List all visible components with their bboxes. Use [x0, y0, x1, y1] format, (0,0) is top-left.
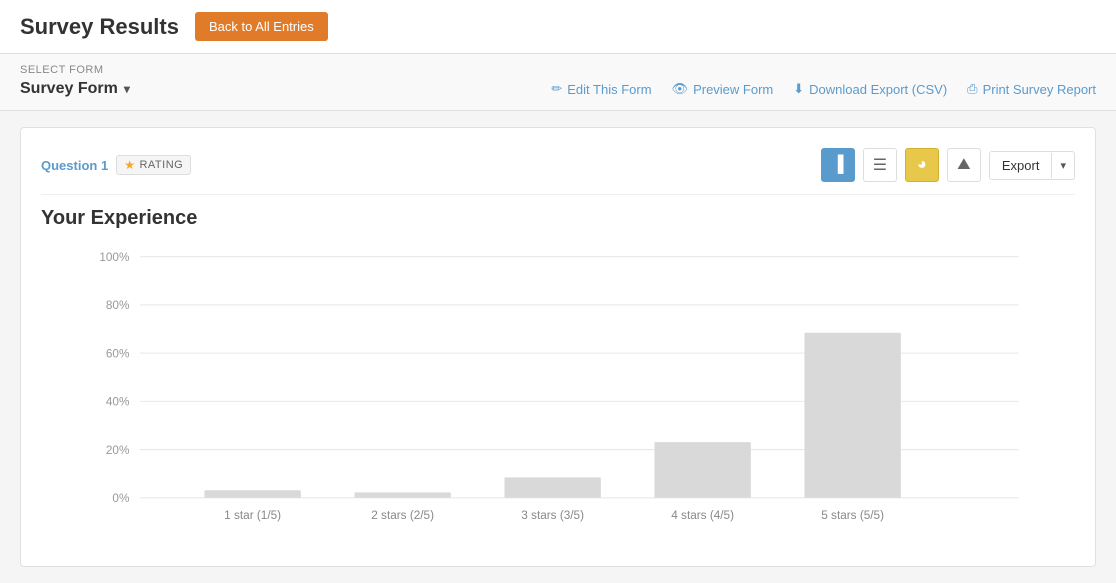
form-bar: SELECT FORM Survey Form ▾ ✏ Edit This Fo… — [0, 54, 1116, 111]
star-icon: ★ — [124, 158, 135, 172]
bar-chart-icon: ▐ — [832, 156, 843, 174]
question-meta: Question 1 ★ RATING — [41, 155, 191, 175]
svg-text:60%: 60% — [106, 347, 130, 360]
bar-chart-svg: 100% 80% 60% 40% 20% 0% 1 star (1/5) 2 s… — [41, 246, 1075, 546]
top-bar: Survey Results Back to All Entries — [0, 0, 1116, 54]
download-export-label: Download Export (CSV) — [809, 82, 947, 97]
pie-chart-icon: ◕ — [917, 156, 927, 174]
page-title: Survey Results — [20, 14, 179, 40]
question-header: Question 1 ★ RATING ▐ ☰ ◕ ⛰ — [41, 148, 1075, 182]
eye-icon: 👁 — [672, 81, 689, 97]
svg-text:80%: 80% — [106, 299, 130, 312]
question-divider — [41, 194, 1075, 195]
pie-chart-view-button[interactable]: ◕ — [905, 148, 939, 182]
table-icon: ☰ — [873, 155, 887, 175]
print-survey-label: Print Survey Report — [983, 82, 1096, 97]
edit-form-link[interactable]: ✏ Edit This Form — [551, 81, 651, 97]
print-survey-link[interactable]: ⎙ Print Survey Report — [967, 81, 1096, 97]
select-form-label: SELECT FORM — [20, 64, 1096, 76]
svg-text:40%: 40% — [106, 396, 130, 409]
export-label: Export — [990, 152, 1052, 179]
selected-form-name: Survey Form — [20, 80, 118, 98]
download-export-link[interactable]: ⬇ Download Export (CSV) — [793, 81, 947, 97]
print-icon: ⎙ — [967, 81, 977, 97]
bar-chart-view-button[interactable]: ▐ — [821, 148, 855, 182]
export-dropdown[interactable]: Export ▾ — [989, 151, 1075, 180]
question-number: Question 1 — [41, 158, 108, 173]
form-selector[interactable]: Survey Form ▾ — [20, 80, 130, 98]
form-bar-row: Survey Form ▾ ✏ Edit This Form 👁 Preview… — [20, 80, 1096, 98]
chevron-down-icon: ▾ — [124, 82, 130, 96]
form-actions: ✏ Edit This Form 👁 Preview Form ⬇ Downlo… — [551, 81, 1096, 97]
svg-text:2 stars (2/5): 2 stars (2/5) — [371, 509, 434, 522]
svg-text:100%: 100% — [99, 251, 130, 264]
chart-area: 100% 80% 60% 40% 20% 0% 1 star (1/5) 2 s… — [41, 246, 1075, 546]
preview-form-label: Preview Form — [693, 82, 773, 97]
svg-text:4 stars (4/5): 4 stars (4/5) — [671, 509, 734, 522]
edit-form-label: Edit This Form — [567, 82, 651, 97]
table-view-button[interactable]: ☰ — [863, 148, 897, 182]
download-icon: ⬇ — [793, 81, 804, 97]
svg-text:5 stars (5/5): 5 stars (5/5) — [821, 509, 884, 522]
pencil-icon: ✏ — [551, 81, 562, 97]
view-controls: ▐ ☰ ◕ ⛰ Export ▾ — [821, 148, 1075, 182]
svg-text:1 star (1/5): 1 star (1/5) — [224, 509, 281, 522]
back-to-all-entries-button[interactable]: Back to All Entries — [195, 12, 328, 41]
svg-text:0%: 0% — [112, 492, 130, 505]
svg-text:3 stars (3/5): 3 stars (3/5) — [521, 509, 584, 522]
question-type-badge: ★ RATING — [116, 155, 191, 175]
image-view-button[interactable]: ⛰ — [947, 148, 981, 182]
question-type-label: RATING — [139, 159, 183, 171]
question-card: Question 1 ★ RATING ▐ ☰ ◕ ⛰ — [20, 127, 1096, 567]
svg-text:20%: 20% — [106, 444, 130, 457]
top-bar-left: Survey Results Back to All Entries — [20, 12, 328, 41]
preview-form-link[interactable]: 👁 Preview Form — [672, 81, 774, 97]
main-content: Question 1 ★ RATING ▐ ☰ ◕ ⛰ — [0, 111, 1116, 583]
export-dropdown-arrow: ▾ — [1051, 153, 1074, 178]
question-title: Your Experience — [41, 207, 1075, 230]
image-icon: ⛰ — [957, 156, 970, 174]
